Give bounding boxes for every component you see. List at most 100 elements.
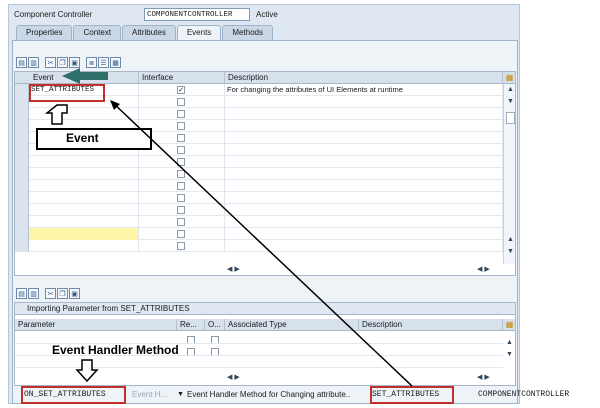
interface-checkbox[interactable]: [177, 242, 185, 250]
event-name-cell[interactable]: [29, 156, 139, 168]
insert-row-icon[interactable]: ▥: [28, 57, 39, 68]
description-cell[interactable]: [225, 204, 503, 216]
table-row[interactable]: [15, 180, 503, 192]
controller-name-field[interactable]: COMPONENTCONTROLLER: [144, 8, 250, 21]
event-name-cell[interactable]: [29, 240, 139, 252]
row-selector[interactable]: [15, 120, 29, 132]
event-name-cell[interactable]: [29, 204, 139, 216]
row-selector[interactable]: [15, 108, 29, 120]
scroll-down-bottom-icon[interactable]: ▼: [507, 248, 514, 255]
interface-checkbox[interactable]: [177, 122, 185, 130]
table-settings-icon[interactable]: ▦: [503, 72, 515, 84]
col-parameter[interactable]: Parameter: [15, 319, 177, 331]
params-scroll-up-icon[interactable]: ▲: [506, 339, 513, 346]
col-optional[interactable]: O...: [205, 319, 225, 331]
description-cell[interactable]: [225, 120, 503, 132]
interface-checkbox[interactable]: [177, 206, 185, 214]
interface-checkbox[interactable]: [177, 134, 185, 142]
event-name-cell[interactable]: [29, 108, 139, 120]
description-cell[interactable]: [225, 108, 503, 120]
cut-param-icon[interactable]: ✂: [45, 288, 56, 299]
tab-properties[interactable]: Properties: [16, 25, 73, 40]
description-cell[interactable]: [225, 180, 503, 192]
row-selector[interactable]: [15, 132, 29, 144]
row-selector[interactable]: [15, 168, 29, 180]
scroll-thumb[interactable]: [506, 112, 515, 124]
params-hscroll-left-icon[interactable]: ◀ ▶: [227, 373, 240, 383]
table-row[interactable]: [15, 356, 503, 368]
delete-row-icon[interactable]: ▦: [110, 57, 121, 68]
col-param-description[interactable]: Description: [359, 319, 503, 331]
scroll-down-icon[interactable]: ▼: [507, 98, 514, 105]
interface-checkbox[interactable]: [177, 98, 185, 106]
interface-checkbox[interactable]: [177, 218, 185, 226]
params-scroll-down-icon[interactable]: ▼: [506, 351, 513, 358]
table-row[interactable]: [15, 108, 503, 120]
events-vscroll[interactable]: ▲ ▼ ▲ ▼: [503, 84, 515, 264]
row-selector[interactable]: [15, 84, 29, 96]
insert-param-icon[interactable]: ▥: [28, 288, 39, 299]
description-cell[interactable]: [225, 216, 503, 228]
interface-checkbox[interactable]: [177, 146, 185, 154]
row-selector[interactable]: [15, 144, 29, 156]
paste-param-icon[interactable]: ▣: [69, 288, 80, 299]
row-selector[interactable]: [15, 204, 29, 216]
description-cell[interactable]: [225, 132, 503, 144]
col-interface[interactable]: Interface: [139, 72, 225, 84]
tab-events[interactable]: Events: [176, 25, 222, 40]
description-cell[interactable]: [225, 240, 503, 252]
append-row-icon[interactable]: ▤: [16, 57, 27, 68]
event-name-cell[interactable]: [29, 192, 139, 204]
tab-context[interactable]: Context: [73, 25, 122, 40]
col-event[interactable]: Event: [15, 72, 139, 84]
tab-methods[interactable]: Methods: [222, 25, 273, 40]
copy-icon[interactable]: ❐: [57, 57, 68, 68]
handler-type-field[interactable]: Event H...: [132, 388, 167, 402]
row-selector[interactable]: [15, 228, 29, 240]
event-name-cell[interactable]: [29, 216, 139, 228]
row-selector[interactable]: [15, 96, 29, 108]
description-cell[interactable]: [225, 192, 503, 204]
copy-param-icon[interactable]: ❐: [57, 288, 68, 299]
description-cell[interactable]: [225, 228, 503, 240]
scroll-up-bottom-icon[interactable]: ▲: [507, 236, 514, 243]
handler-type-dropdown-icon[interactable]: ▼: [177, 388, 184, 402]
interface-checkbox[interactable]: [177, 170, 185, 178]
hscroll-right-icon[interactable]: ◀ ▶: [477, 265, 490, 275]
table-row[interactable]: [15, 204, 503, 216]
event-name-cell[interactable]: [29, 168, 139, 180]
col-description[interactable]: Description: [225, 72, 503, 84]
cut-icon[interactable]: ✂: [45, 57, 56, 68]
details-icon[interactable]: ≣: [86, 57, 97, 68]
tab-attributes[interactable]: Attributes: [122, 25, 176, 40]
scroll-up-icon[interactable]: ▲: [507, 86, 514, 93]
hscroll-left-icon[interactable]: ◀ ▶: [227, 265, 240, 275]
row-selector[interactable]: [15, 156, 29, 168]
interface-checkbox[interactable]: [177, 182, 185, 190]
append-param-icon[interactable]: ▤: [16, 288, 27, 299]
table-row[interactable]: [15, 192, 503, 204]
row-selector[interactable]: [15, 216, 29, 228]
table-row[interactable]: [15, 156, 503, 168]
interface-checkbox[interactable]: [177, 230, 185, 238]
col-ref[interactable]: Re...: [177, 319, 205, 331]
row-selector[interactable]: [15, 240, 29, 252]
table-row[interactable]: [15, 168, 503, 180]
table-row[interactable]: [15, 240, 503, 252]
description-cell[interactable]: [225, 144, 503, 156]
paste-icon[interactable]: ▣: [69, 57, 80, 68]
interface-checkbox[interactable]: [177, 194, 185, 202]
table-row[interactable]: [15, 228, 503, 240]
event-name-cell[interactable]: [29, 180, 139, 192]
event-name-cell[interactable]: [29, 228, 139, 240]
interface-checkbox[interactable]: ✓: [177, 86, 185, 94]
description-cell[interactable]: [225, 168, 503, 180]
description-cell[interactable]: For changing the attributes of UI Elemen…: [225, 84, 503, 96]
interface-checkbox[interactable]: [177, 110, 185, 118]
params-hscroll-right-icon[interactable]: ◀ ▶: [477, 373, 490, 383]
row-selector[interactable]: [15, 192, 29, 204]
table-row[interactable]: [15, 216, 503, 228]
col-associated-type[interactable]: Associated Type: [225, 319, 359, 331]
row-selector[interactable]: [15, 180, 29, 192]
interface-checkbox[interactable]: [177, 158, 185, 166]
